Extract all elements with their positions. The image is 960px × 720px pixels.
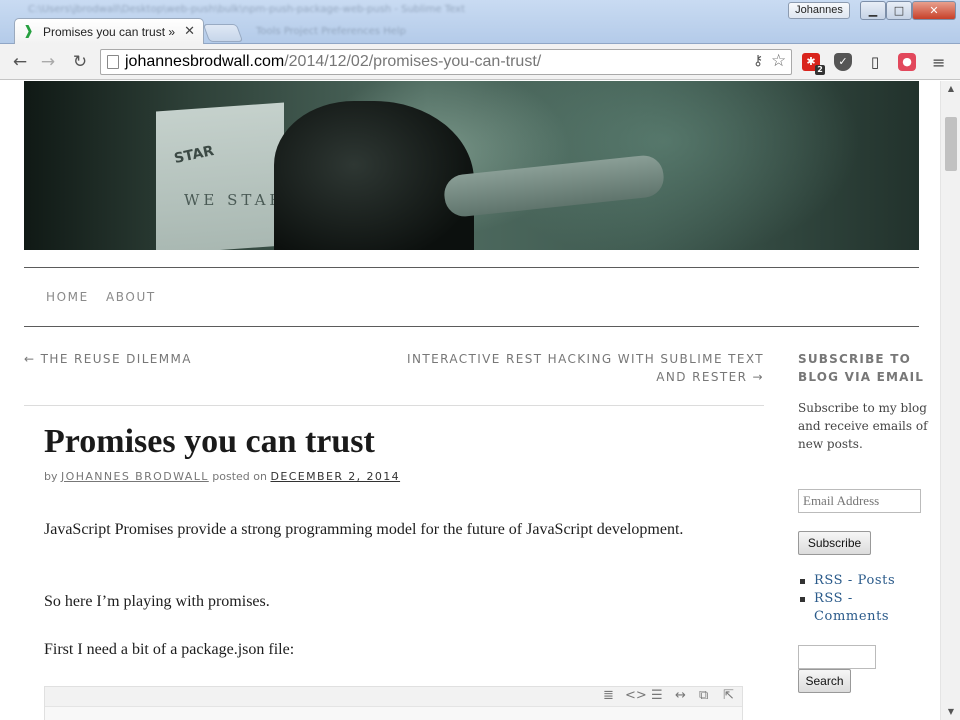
- chrome-menu-icon[interactable]: ≡: [932, 53, 945, 72]
- code-copy-icon[interactable]: ⧉: [699, 688, 708, 703]
- minimize-button[interactable]: ▁: [860, 1, 886, 20]
- code-expand-icon[interactable]: ↔: [675, 688, 686, 703]
- url-path: /2014/12/02/promises-you-can-trust/: [284, 53, 542, 70]
- divider: [24, 326, 919, 327]
- nav-home-link[interactable]: HOME: [46, 290, 89, 304]
- extension-pink-icon[interactable]: ●: [898, 53, 916, 71]
- post-paragraph: First I need a bit of a package.json fil…: [44, 641, 295, 658]
- subscribe-widget-title: SUBSCRIBE TO BLOG VIA EMAIL: [798, 352, 925, 384]
- back-arrow-icon[interactable]: ←: [10, 52, 30, 72]
- scrollbar-thumb[interactable]: [945, 117, 957, 171]
- rss-posts-link[interactable]: RSS - Posts: [798, 572, 928, 590]
- code-block: ≣ <> ☰ ↔ ⧉ ⇱: [44, 686, 743, 720]
- background-window-menu: Tools Project Preferences Help: [256, 26, 406, 37]
- scroll-down-icon[interactable]: ▼: [941, 704, 960, 720]
- header-person: [274, 101, 474, 250]
- search-button[interactable]: Search: [798, 669, 851, 693]
- post-date-link[interactable]: DECEMBER 2, 2014: [270, 470, 400, 483]
- url-text[interactable]: johannesbrodwall.com/2014/12/02/promises…: [125, 53, 541, 71]
- new-tab-button[interactable]: [202, 24, 244, 42]
- email-field[interactable]: [798, 489, 921, 513]
- phone-extension-icon[interactable]: ▯: [866, 53, 884, 71]
- tab-title: Promises you can trust » T: [43, 24, 179, 39]
- reload-icon[interactable]: ↻: [70, 52, 90, 72]
- author-link[interactable]: JOHANNES BRODWALL: [61, 470, 209, 483]
- subscribe-widget-text: Subscribe to my blog and receive emails …: [798, 401, 928, 451]
- post-paragraph: JavaScript Promises provide a strong pro…: [44, 521, 684, 538]
- extension-badge: 2: [815, 65, 825, 75]
- page-viewport: STAR WE STAR HOME ABOUT ← THE REUSE DILE…: [0, 81, 940, 720]
- scroll-up-icon[interactable]: ▲: [941, 81, 960, 97]
- byline-by-label: by: [44, 470, 58, 483]
- browser-toolbar: ← → ↻ johannesbrodwall.com/2014/12/02/pr…: [0, 44, 960, 80]
- code-view-icon[interactable]: ≣: [603, 688, 614, 703]
- window-title: C:\Users\jbrodwall\Desktop\web-push\bulk…: [28, 4, 466, 15]
- page-icon: [107, 55, 119, 69]
- post-title: Promises you can trust: [44, 423, 375, 460]
- code-popout-icon[interactable]: ⇱: [723, 688, 734, 703]
- code-toolbar: ≣ <> ☰ ↔ ⧉ ⇱: [45, 687, 742, 707]
- next-post-line1: INTERACTIVE REST HACKING WITH SUBLIME TE…: [407, 352, 764, 366]
- nav-about-link[interactable]: ABOUT: [106, 290, 156, 304]
- next-post-line2: AND RESTER →: [656, 370, 764, 384]
- header-arm: [442, 153, 666, 219]
- code-wrap-icon[interactable]: ☰: [651, 688, 663, 703]
- divider: [24, 267, 919, 268]
- previous-post-link[interactable]: ← THE REUSE DILEMMA: [24, 350, 192, 368]
- header-sign: [156, 102, 284, 250]
- bookmark-star-icon[interactable]: ☆: [771, 51, 786, 71]
- scrollbar[interactable]: ▲ ▼: [940, 81, 960, 720]
- site-favicon-icon: ❱: [23, 23, 34, 39]
- tab-promises[interactable]: ❱ Promises you can trust » T ✕: [14, 18, 204, 44]
- tab-close-icon[interactable]: ✕: [184, 24, 195, 39]
- post-paragraph: So here I’m playing with promises.: [44, 593, 270, 610]
- rss-links-list: RSS - Posts RSS - Comments: [798, 572, 928, 626]
- header-image: STAR WE STAR: [24, 81, 919, 250]
- rss-comments-link[interactable]: RSS - Comments: [798, 590, 928, 626]
- extension-red-icon[interactable]: ✱ 2: [802, 53, 825, 75]
- close-window-button[interactable]: ✕: [912, 1, 956, 20]
- window-titlebar: C:\Users\jbrodwall\Desktop\web-push\bulk…: [0, 0, 960, 44]
- address-bar[interactable]: johannesbrodwall.com/2014/12/02/promises…: [100, 49, 792, 75]
- search-input[interactable]: [798, 645, 876, 669]
- next-post-link[interactable]: INTERACTIVE REST HACKING WITH SUBLIME TE…: [400, 350, 764, 386]
- post-byline: by JOHANNES BRODWALL posted on DECEMBER …: [44, 470, 400, 483]
- url-host: johannesbrodwall.com: [125, 53, 285, 70]
- forward-arrow-icon[interactable]: →: [38, 52, 58, 72]
- subscribe-button[interactable]: Subscribe: [798, 531, 871, 555]
- maximize-button[interactable]: □: [886, 1, 912, 20]
- key-icon[interactable]: ⚷: [753, 53, 763, 69]
- divider: [24, 405, 764, 406]
- byline-posted-label: posted on: [212, 470, 267, 483]
- header-sign-text-2: WE STAR: [184, 191, 285, 209]
- profile-button[interactable]: Johannes: [788, 2, 850, 19]
- pocket-icon[interactable]: ✓: [834, 53, 852, 71]
- code-source-icon[interactable]: <>: [625, 688, 647, 703]
